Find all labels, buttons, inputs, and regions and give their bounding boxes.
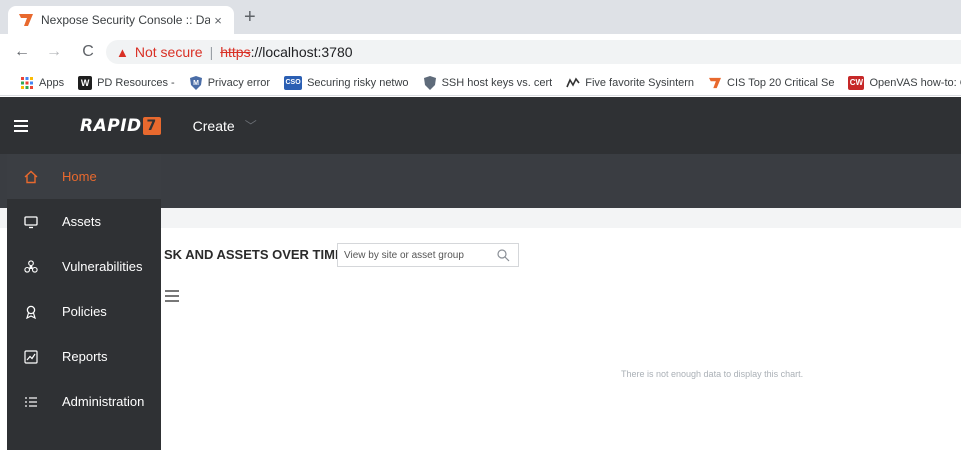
- home-icon: [7, 170, 45, 184]
- logo-mark: 7: [142, 116, 161, 135]
- new-tab-button[interactable]: +: [244, 7, 256, 27]
- monitor-icon: [7, 215, 45, 229]
- site-search-input[interactable]: [344, 249, 494, 261]
- cw-icon: CW: [848, 75, 865, 90]
- create-menu[interactable]: Create ﹀: [193, 117, 257, 134]
- site-search-box[interactable]: [337, 243, 519, 267]
- browser-tabstrip: Nexpose Security Console :: Dash × +: [0, 0, 961, 34]
- logo-text: RAPID: [80, 115, 142, 136]
- tab-title: Nexpose Security Console :: Dash: [41, 13, 210, 27]
- bookmark-label: Apps: [39, 76, 65, 89]
- url-host: ://localhost:3780: [250, 44, 353, 60]
- apps-grid-icon: [20, 76, 34, 90]
- bookmark-label: OpenVAS how-to: C: [869, 76, 961, 89]
- chart-icon: [7, 349, 45, 364]
- svg-text:M: M: [193, 80, 199, 87]
- reload-button[interactable]: C: [75, 43, 101, 61]
- bookmark-openvas[interactable]: CW OpenVAS how-to: C: [848, 75, 961, 90]
- rapid7-favicon-icon: [18, 12, 34, 28]
- create-label: Create: [192, 117, 235, 134]
- nav-item-assets[interactable]: Assets: [7, 199, 161, 244]
- omnibox-separator: |: [209, 44, 214, 60]
- nav-label: Administration: [62, 394, 145, 409]
- forward-button[interactable]: →: [41, 43, 67, 61]
- bookmark-privacy-error[interactable]: M Privacy error: [189, 75, 271, 90]
- nav-item-home[interactable]: Home: [7, 154, 161, 199]
- nav-item-administration[interactable]: Administration: [7, 379, 161, 424]
- ribbon-icon: [7, 305, 45, 319]
- bookmark-label: Securing risky netwo: [307, 76, 409, 89]
- side-navigation: Home Assets Vulnerabilities Policies Rep…: [7, 154, 161, 450]
- back-button[interactable]: ←: [9, 43, 35, 61]
- shield-m-icon: M: [189, 75, 203, 90]
- bookmark-securing-risky[interactable]: CSO Securing risky netwo: [284, 75, 409, 90]
- bookmark-cis-top-20[interactable]: CIS Top 20 Critical Se: [708, 76, 834, 90]
- bookmark-label: CIS Top 20 Critical Se: [727, 76, 835, 89]
- shield-icon: [423, 75, 437, 90]
- chart-options-menu-icon[interactable]: [165, 290, 179, 302]
- not-secure-label[interactable]: Not secure: [135, 44, 203, 60]
- w-icon: W: [78, 75, 93, 90]
- bookmark-label: Five favorite Sysintern: [585, 76, 695, 89]
- rapid7-logo[interactable]: RAPID 7: [80, 116, 161, 136]
- nav-label: Reports: [62, 349, 108, 364]
- chevron-down-icon: ﹀: [244, 119, 257, 133]
- nav-item-vulnerabilities[interactable]: Vulnerabilities: [7, 244, 161, 289]
- bookmark-label: PD Resources -: [97, 76, 175, 89]
- menu-hamburger-icon[interactable]: [14, 119, 28, 132]
- browser-toolbar: ← → C ▲ Not secure | https ://localhost:…: [0, 34, 961, 70]
- cso-icon: CSO: [284, 75, 303, 90]
- biohazard-icon: [7, 259, 45, 274]
- tab-close-icon[interactable]: ×: [210, 13, 226, 28]
- bookmark-apps[interactable]: Apps: [20, 76, 64, 90]
- bookmark-label: Privacy error: [207, 76, 271, 89]
- rapid7-icon: [708, 76, 722, 90]
- list-icon: [7, 395, 45, 409]
- nav-item-policies[interactable]: Policies: [7, 289, 161, 334]
- nav-label: Policies: [62, 304, 107, 319]
- browser-tab[interactable]: Nexpose Security Console :: Dash ×: [8, 6, 234, 34]
- nav-label: Vulnerabilities: [62, 259, 143, 274]
- risk-assets-chart-title: SK AND ASSETS OVER TIME: [164, 247, 344, 262]
- nav-label: Assets: [62, 214, 102, 229]
- address-bar[interactable]: ▲ Not secure | https ://localhost:3780: [106, 40, 961, 64]
- bookmark-pd-resources[interactable]: W PD Resources -: [78, 75, 175, 90]
- nav-item-reports[interactable]: Reports: [7, 334, 161, 379]
- bookmark-ssh-host-keys[interactable]: SSH host keys vs. cert: [423, 75, 553, 90]
- nav-label: Home: [62, 169, 97, 184]
- warning-icon[interactable]: ▲: [116, 45, 129, 60]
- chart-empty-message: There is not enough data to display this…: [621, 369, 804, 379]
- bookmark-label: SSH host keys vs. cert: [441, 76, 553, 89]
- wave-icon: [566, 76, 580, 90]
- url-scheme: https: [220, 44, 251, 60]
- bookmarks-bar: Apps W PD Resources - M Privacy error CS…: [0, 70, 961, 96]
- search-icon[interactable]: [497, 249, 510, 265]
- app-header: RAPID 7 Create ﹀: [0, 97, 961, 154]
- bookmark-five-favorite[interactable]: Five favorite Sysintern: [566, 76, 694, 90]
